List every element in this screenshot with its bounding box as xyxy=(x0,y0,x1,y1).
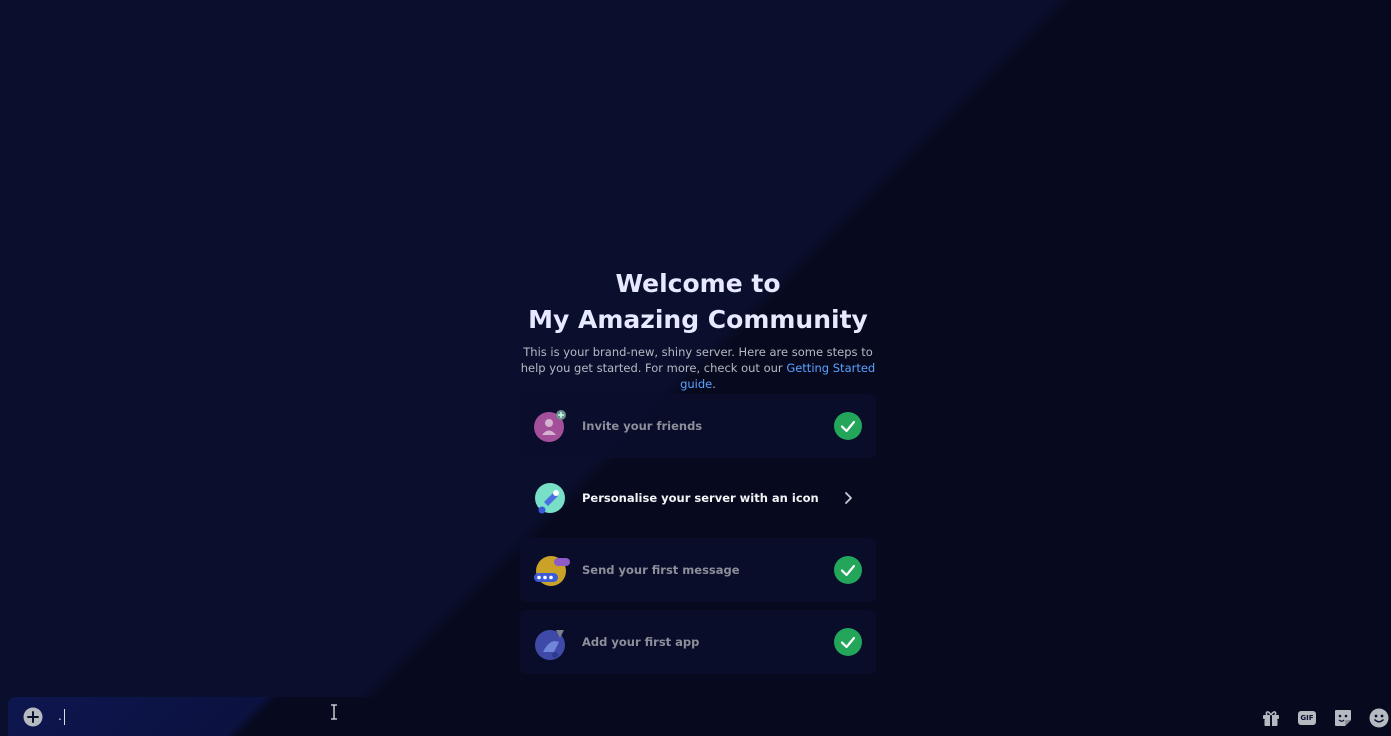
welcome-description-end: . xyxy=(712,377,716,391)
plus-circle-icon xyxy=(23,707,43,727)
sticker-button[interactable] xyxy=(1332,707,1354,729)
checkmark-icon xyxy=(834,412,862,440)
step-personalise-server[interactable]: Personalise your server with an icon xyxy=(520,466,876,530)
message-input[interactable]: . xyxy=(58,705,758,727)
gif-icon: GIF xyxy=(1298,711,1316,725)
message-composer: . xyxy=(8,697,1391,736)
chevron-right-icon xyxy=(838,488,858,508)
emoji-button[interactable] xyxy=(1368,707,1390,729)
checkmark-icon xyxy=(834,628,862,656)
welcome-title-line1: Welcome to xyxy=(615,269,781,298)
welcome-section: Welcome to My Amazing Community This is … xyxy=(520,266,876,392)
message-input-value: . xyxy=(58,709,62,723)
welcome-title: Welcome to My Amazing Community xyxy=(520,266,876,338)
gift-button[interactable] xyxy=(1260,707,1282,729)
gif-button[interactable]: GIF xyxy=(1296,707,1318,729)
invite-friends-icon xyxy=(534,410,566,442)
step-send-first-message[interactable]: Send your first message xyxy=(520,538,876,602)
emoji-icon xyxy=(1369,708,1389,728)
ibeam-cursor-icon xyxy=(329,704,339,720)
welcome-description: This is your brand-new, shiny server. He… xyxy=(520,344,876,392)
text-caret xyxy=(63,708,65,725)
step-invite-friends[interactable]: Invite your friends xyxy=(520,394,876,458)
sticker-icon xyxy=(1335,710,1351,726)
server-icon-icon xyxy=(534,482,566,514)
gift-icon xyxy=(1263,711,1279,726)
step-label: Personalise your server with an icon xyxy=(582,491,819,505)
step-label: Invite your friends xyxy=(582,419,703,433)
checkmark-icon xyxy=(834,556,862,584)
server-name: My Amazing Community xyxy=(528,305,868,334)
message-icon xyxy=(534,554,570,586)
add-attachment-button[interactable] xyxy=(23,707,43,727)
step-add-first-app[interactable]: Add your first app xyxy=(520,610,876,674)
app-icon xyxy=(534,626,566,660)
step-label: Send your first message xyxy=(582,563,740,577)
step-label: Add your first app xyxy=(582,635,700,649)
onboarding-steps: Invite your friends Personalise your ser… xyxy=(520,394,876,682)
